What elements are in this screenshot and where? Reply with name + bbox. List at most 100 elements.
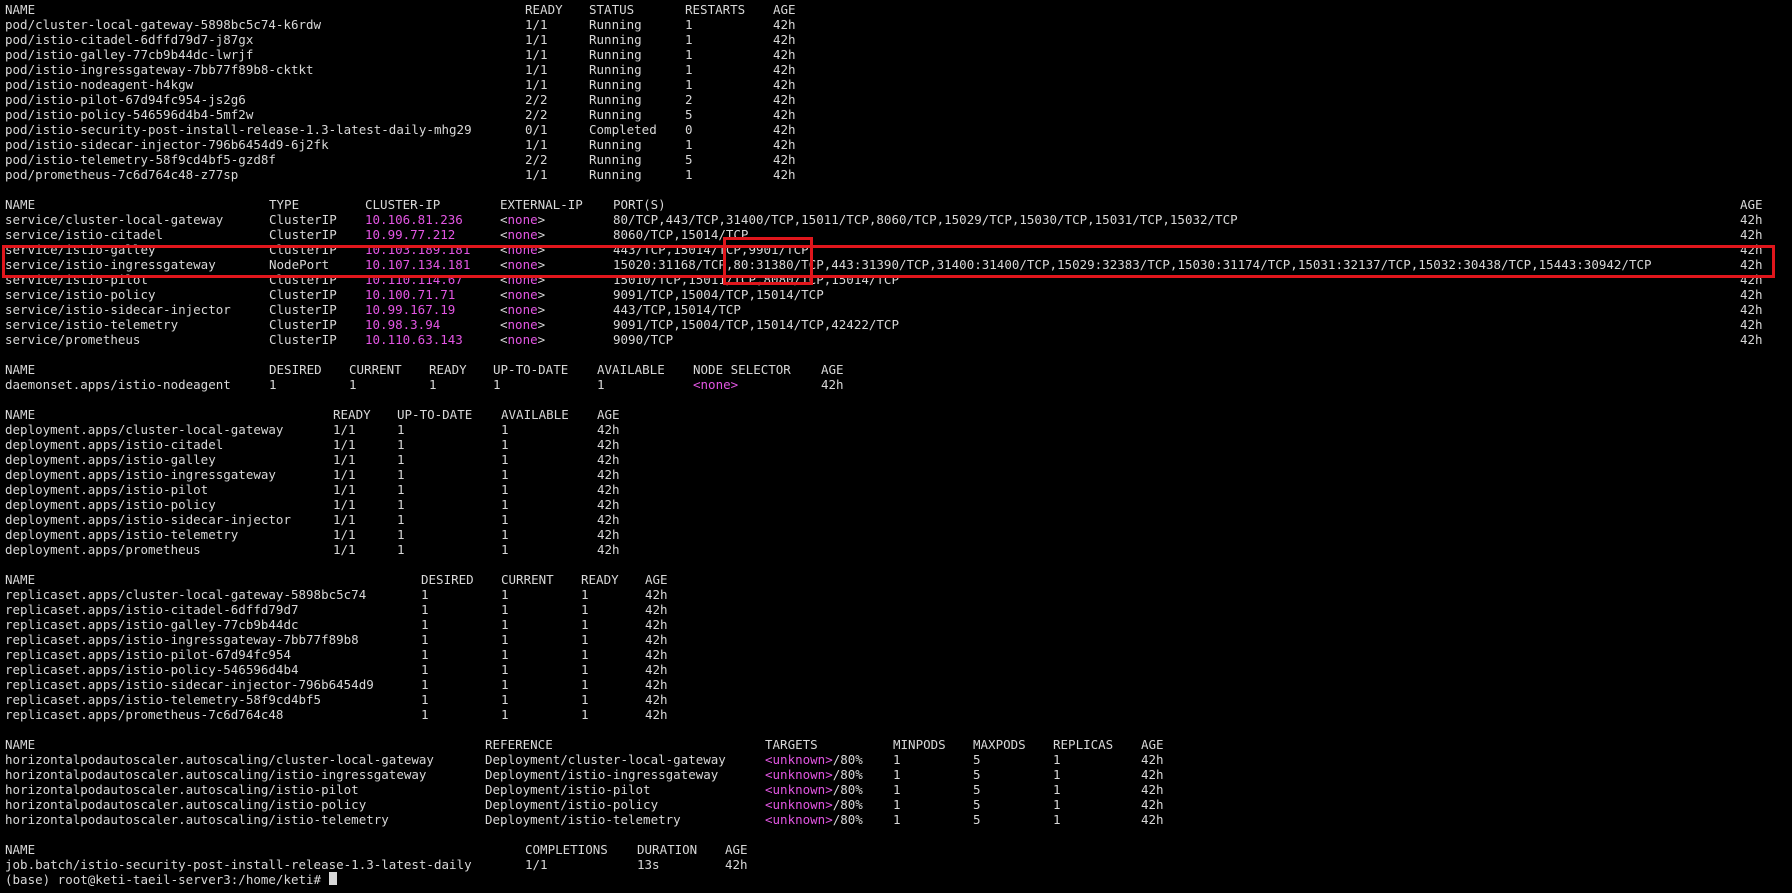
table-cell: 42h: [821, 377, 844, 392]
column-header: MINPODS: [893, 737, 946, 752]
table-cell: ClusterIP: [269, 287, 337, 302]
table-cell: <none>: [500, 317, 546, 332]
table-cell: 42h: [1141, 782, 1164, 797]
table-cell: Running: [589, 77, 642, 92]
table-cell: deployment.apps/istio-pilot: [5, 482, 209, 497]
table-cell: 10.99.167.19: [365, 302, 456, 317]
column-header: AGE: [725, 842, 748, 857]
table-cell: Deployment/istio-ingressgateway: [485, 767, 719, 782]
table-cell: 1: [581, 662, 589, 677]
table-cell: 42h: [645, 587, 668, 602]
table-cell: 42h: [773, 32, 796, 47]
table-cell: 1: [581, 692, 589, 707]
table-cell: service/prometheus: [5, 332, 141, 347]
table-cell: 2: [685, 92, 693, 107]
table-cell: 42h: [773, 47, 796, 62]
table-cell: service/cluster-local-gateway: [5, 212, 224, 227]
column-header: RESTARTS: [685, 2, 746, 17]
table-cell: 42h: [645, 677, 668, 692]
table-cell: 1/1: [333, 422, 356, 437]
table-cell: 1: [581, 647, 589, 662]
table-cell: 42h: [1141, 812, 1164, 827]
table-cell: Running: [589, 47, 642, 62]
table-cell: 1: [1053, 797, 1061, 812]
column-header: TYPE: [269, 197, 300, 212]
table-cell: 1: [581, 707, 589, 722]
table-cell: <none>: [500, 212, 546, 227]
table-cell: 1: [501, 632, 509, 647]
table-cell: 10.98.3.94: [365, 317, 441, 332]
table-cell: 1: [893, 797, 901, 812]
table-cell: 2/2: [525, 92, 548, 107]
table-cell: pod/istio-policy-546596d4b4-5mf2w: [5, 107, 254, 122]
column-header: DESIRED: [269, 362, 322, 377]
table-cell: replicaset.apps/istio-galley-77cb9b44dc: [5, 617, 299, 632]
table-cell: deployment.apps/istio-galley: [5, 452, 216, 467]
table-cell: ClusterIP: [269, 332, 337, 347]
table-cell: <none>: [500, 227, 546, 242]
column-header: NAME: [5, 407, 36, 422]
targets-cell: <unknown>/80%: [765, 812, 863, 827]
table-cell: replicaset.apps/istio-pilot-67d94fc954: [5, 647, 291, 662]
table-cell: 1: [685, 17, 693, 32]
table-cell: 5: [973, 767, 981, 782]
table-cell: 42h: [597, 482, 620, 497]
table-cell: <none>: [500, 332, 546, 347]
table-cell: 1: [429, 377, 437, 392]
table-cell: replicaset.apps/istio-telemetry-58f9cd4b…: [5, 692, 322, 707]
table-cell: 1: [501, 422, 509, 437]
table-cell: 1: [493, 377, 501, 392]
column-header: AVAILABLE: [597, 362, 665, 377]
table-cell: 1: [685, 62, 693, 77]
table-cell: deployment.apps/istio-ingressgateway: [5, 467, 276, 482]
table-cell: replicaset.apps/istio-ingressgateway-7bb…: [5, 632, 359, 647]
table-cell: 10.107.134.181: [365, 257, 471, 272]
column-header: REFERENCE: [485, 737, 553, 752]
table-cell: 1/1: [333, 452, 356, 467]
table-cell: Running: [589, 17, 642, 32]
table-cell: 42h: [645, 692, 668, 707]
table-cell: 9091/TCP,15004/TCP,15014/TCP: [613, 287, 824, 302]
table-cell: deployment.apps/cluster-local-gateway: [5, 422, 284, 437]
table-cell: 1: [581, 677, 589, 692]
table-cell: deployment.apps/istio-telemetry: [5, 527, 239, 542]
table-cell: 1/1: [525, 62, 548, 77]
table-cell: 5: [973, 752, 981, 767]
table-cell: 42h: [1740, 227, 1763, 242]
column-header: NAME: [5, 842, 36, 857]
table-cell: 1: [397, 497, 405, 512]
column-header: NAME: [5, 572, 36, 587]
table-cell: 1: [893, 782, 901, 797]
column-header: EXTERNAL-IP: [500, 197, 583, 212]
table-cell: 1: [269, 377, 277, 392]
table-cell: pod/istio-telemetry-58f9cd4bf5-gzd8f: [5, 152, 276, 167]
table-cell: horizontalpodautoscaler.autoscaling/clus…: [5, 752, 434, 767]
targets-cell: <unknown>/80%: [765, 782, 863, 797]
table-cell: 1: [501, 527, 509, 542]
table-cell: 42h: [1740, 302, 1763, 317]
table-cell: pod/istio-pilot-67d94fc954-js2g6: [5, 92, 246, 107]
column-header: REPLICAS: [1053, 737, 1114, 752]
table-cell: 1: [1053, 782, 1061, 797]
table-cell: 1/1: [525, 17, 548, 32]
targets-cell: <unknown>/80%: [765, 752, 863, 767]
table-cell: 42h: [1740, 272, 1763, 287]
table-cell: 42h: [773, 92, 796, 107]
column-header: AGE: [1141, 737, 1164, 752]
terminal-window[interactable]: NAME READY STATUS RESTARTS AGE pod/cluster-lo…: [0, 0, 1792, 893]
table-cell: 1: [421, 662, 429, 677]
table-cell: 1/1: [333, 542, 356, 557]
table-cell: 1: [421, 587, 429, 602]
table-cell: 42h: [597, 542, 620, 557]
column-header: AGE: [821, 362, 844, 377]
table-cell: 5: [685, 107, 693, 122]
table-cell: 5: [973, 782, 981, 797]
column-header: READY: [429, 362, 467, 377]
table-cell: 1: [421, 617, 429, 632]
table-cell: 42h: [645, 707, 668, 722]
table-cell: 42h: [645, 662, 668, 677]
table-cell: 1: [501, 482, 509, 497]
column-header: NODE SELECTOR: [693, 362, 791, 377]
table-cell: 42h: [773, 107, 796, 122]
column-header: CLUSTER-IP: [365, 197, 441, 212]
